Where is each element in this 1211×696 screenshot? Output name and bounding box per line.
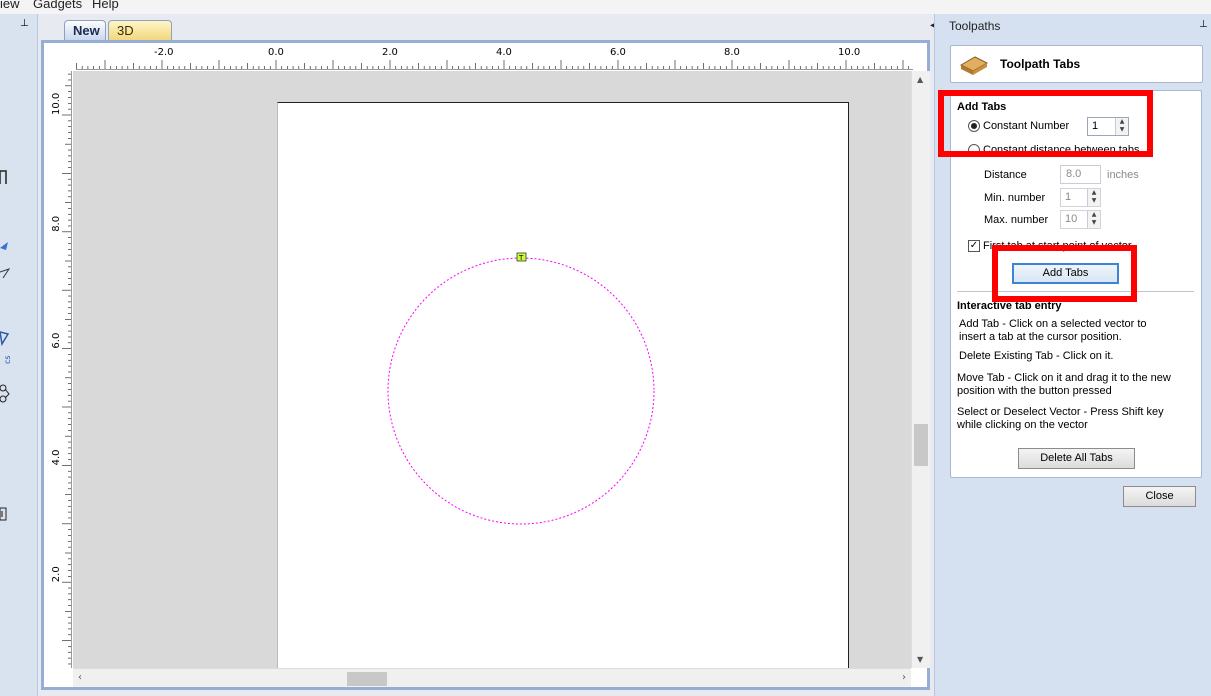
ruler-left-label: 8.0 [51,216,62,232]
highlight-add-tabs-section [938,90,1153,157]
tab-3d-view[interactable]: 3D View [108,20,172,53]
left-toolbar: ⊥ cs [0,14,38,696]
help-select-vector: Select or Deselect Vector - Press Shift … [957,406,1164,431]
distance-field[interactable]: 8.0 [1060,165,1101,184]
vertical-scrollbar[interactable]: ▲ ▼ [911,71,930,668]
toolpath-tabs-header: Toolpath Tabs [950,45,1203,83]
2d-view: -2.0 0.0 2.0 4.0 6.0 8.0 10.0 10.0 8.0 6.0 4.0 2.0… [41,40,930,690]
box-tool-icon[interactable] [0,507,10,521]
help-add-tab: Add Tab - Click on a selected vector to … [959,318,1147,343]
toolpath-tabs-icon [959,56,989,75]
ruler-left-label: 6.0 [51,333,62,349]
min-number-stepper[interactable]: 1 ▲ ▼ [1060,188,1101,207]
ruler-top-label: 10.0 [838,47,860,58]
document-tabs: New 3D View ◂▸× [38,18,954,53]
ruler-left-label: 2.0 [51,566,62,582]
max-number-label: Max. number [984,214,1049,226]
ruler-top-label: 8.0 [724,47,740,58]
menu-item-view[interactable]: iew [0,0,20,11]
menu-bar: iew Gadgets Help [0,0,940,14]
menu-item-gadgets[interactable]: Gadgets [33,0,82,11]
max-number-value: 10 [1065,213,1078,225]
ruler-left-label: 10.0 [51,93,62,115]
scroll-down-icon[interactable]: ▼ [917,655,923,664]
scroll-left-icon[interactable]: ‹ [78,672,82,683]
highlight-add-tabs-button [992,245,1137,302]
max-number-stepper[interactable]: 10 ▲ ▼ [1060,210,1101,229]
tab-new[interactable]: New [64,20,106,40]
vector-layer: T [387,252,655,525]
vertical-ruler: 10.0 8.0 6.0 4.0 2.0 [44,71,72,668]
ruler-top-label: 0.0 [268,47,284,58]
distance-value: 8.0 [1066,168,1082,180]
star-tool-icon[interactable] [0,240,10,254]
help-delete-tab: Delete Existing Tab - Click on it. [959,350,1114,362]
panel-pin-icon[interactable]: ⊥ [1199,19,1208,30]
first-tab-checkbox[interactable]: ✓ [968,240,980,252]
min-number-value: 1 [1065,191,1072,203]
top-bar-right [940,0,1211,14]
svg-text:cs: cs [3,355,10,364]
ruler-top-label: 6.0 [610,47,626,58]
horizontal-ruler: -2.0 0.0 2.0 4.0 6.0 8.0 10.0 [76,43,913,70]
vertical-scroll-thumb[interactable] [914,424,928,466]
toolpath-tabs-title: Toolpath Tabs [1000,57,1081,71]
horizontal-scrollbar[interactable]: ‹ › [73,668,911,687]
ruler-corner [44,43,76,71]
circle-vector [387,257,655,525]
rectangle-tool-icon[interactable] [0,170,10,184]
help-move-tab: Move Tab - Click on it and drag it to th… [957,372,1171,397]
tab-marker-label: T [518,254,524,262]
toolpaths-panel: Toolpaths ⊥ Toolpath Tabs Add Tabs Const… [934,14,1211,696]
arrow-tool-icon[interactable] [0,266,10,280]
ruler-top-label: 4.0 [496,47,512,58]
close-button[interactable]: Close [1123,486,1196,507]
distance-label: Distance [984,169,1027,181]
panel-title: Toolpaths [949,19,1001,33]
distance-unit: inches [1107,169,1139,181]
ruler-top-label: 2.0 [382,47,398,58]
scroll-right-icon[interactable]: › [902,672,906,683]
stepper-arrows-icon[interactable]: ▲ ▼ [1087,189,1100,206]
scroll-up-icon[interactable]: ▲ [917,75,923,84]
ruler-top-label: -2.0 [154,47,174,58]
horizontal-scroll-thumb[interactable] [347,672,387,686]
scissors-tool-icon[interactable] [0,383,10,405]
trace-tool-icon[interactable]: cs [0,330,10,370]
pin-icon[interactable]: ⊥ [20,18,29,29]
drawing-canvas[interactable]: T [73,71,911,668]
ruler-left-label: 4.0 [51,449,62,465]
stepper-arrows-icon[interactable]: ▲ ▼ [1087,211,1100,228]
min-number-label: Min. number [984,192,1046,204]
menu-item-help[interactable]: Help [92,0,119,11]
delete-all-tabs-button[interactable]: Delete All Tabs [1018,448,1135,469]
